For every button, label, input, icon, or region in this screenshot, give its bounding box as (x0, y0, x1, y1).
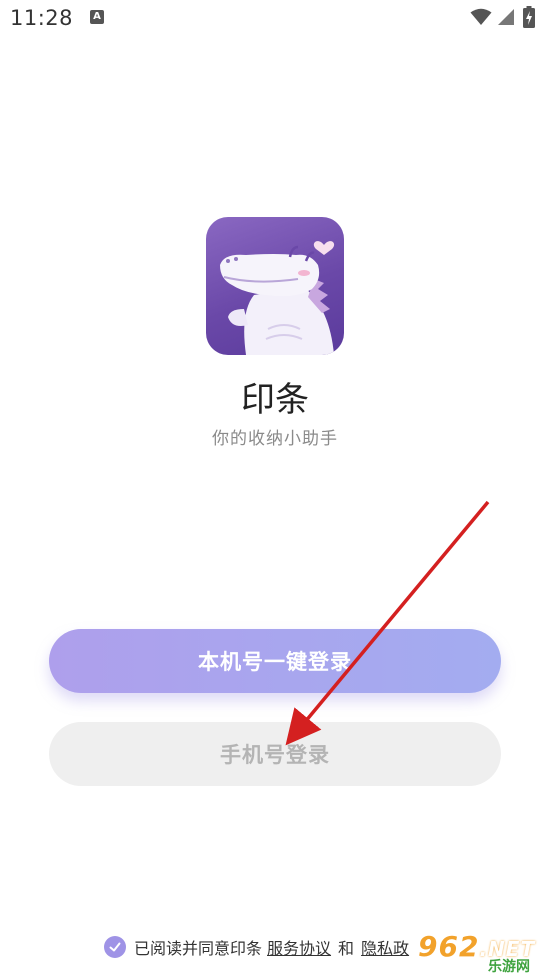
wifi-icon (470, 8, 492, 25)
crocodile-mascot-icon (220, 241, 335, 355)
agreement-checkbox[interactable] (104, 936, 126, 958)
annotation-arrow (285, 500, 490, 746)
privacy-policy-link[interactable]: 隐私政 (361, 935, 409, 959)
signal-icon (498, 9, 514, 25)
one-click-login-button[interactable]: 本机号一键登录 (49, 629, 501, 693)
app-logo (206, 217, 344, 355)
check-icon (109, 942, 121, 952)
agreement-row: 已阅读并同意印条 服务协议 和 隐私政 (104, 934, 414, 960)
one-click-login-label: 本机号一键登录 (198, 650, 352, 674)
battery-charging-icon (523, 6, 535, 28)
status-time: 11:28 (10, 6, 74, 30)
agreement-prefix: 已阅读并同意印条 (134, 939, 263, 958)
watermark-logo: 962.NET 乐游网 (418, 930, 548, 976)
service-agreement-link[interactable]: 服务协议 (267, 935, 331, 959)
watermark-text: 乐游网 (488, 959, 530, 975)
phone-login-button[interactable]: 手机号登录 (49, 722, 501, 786)
notification-icon: A (90, 10, 104, 24)
phone-login-label: 手机号登录 (220, 743, 330, 767)
agreement-conjunction: 和 (338, 939, 355, 958)
app-slogan: 你的收纳小助手 (212, 429, 338, 449)
status-bar: 11:28 A (0, 0, 550, 38)
app-name: 印条 (241, 380, 309, 420)
